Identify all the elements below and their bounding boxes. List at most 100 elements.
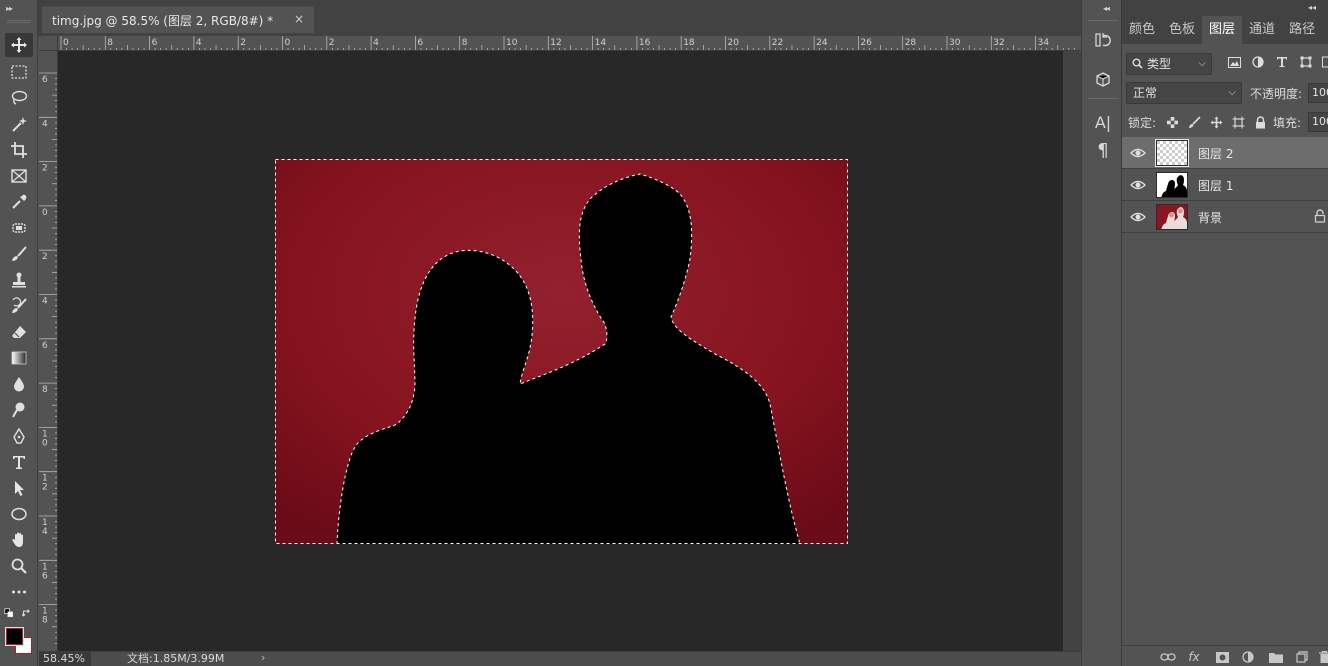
ruler-origin[interactable] bbox=[39, 36, 58, 51]
layer-style-fx-icon[interactable]: fx bbox=[1186, 649, 1202, 665]
filter-pixel-icon[interactable] bbox=[1226, 54, 1242, 70]
visibility-eye-icon[interactable] bbox=[1130, 145, 1146, 161]
path-selection-tool-icon[interactable] bbox=[5, 476, 33, 500]
layer-thumbnail bbox=[1155, 139, 1189, 167]
layer-row[interactable]: 背景 bbox=[1122, 201, 1328, 233]
tab-layers[interactable]: 图层 bbox=[1202, 16, 1243, 44]
frame-tool-icon[interactable] bbox=[5, 164, 33, 188]
tab-swatches[interactable]: 色板 bbox=[1162, 16, 1202, 44]
move-tool-icon[interactable] bbox=[5, 33, 33, 57]
visibility-eye-icon[interactable] bbox=[1130, 209, 1146, 225]
layer-row[interactable]: 图层 1 bbox=[1122, 169, 1328, 201]
magic-wand-tool-icon[interactable] bbox=[5, 112, 33, 136]
blur-tool-icon[interactable] bbox=[5, 372, 33, 396]
ruler-label: 8 bbox=[107, 38, 113, 48]
status-menu-arrow-icon[interactable]: › bbox=[261, 651, 265, 664]
fill-label: 填充: bbox=[1273, 116, 1302, 130]
filter-adjustment-icon[interactable] bbox=[1250, 54, 1266, 70]
ruler-label: 30 bbox=[949, 38, 961, 48]
toolbar-collapse-icon[interactable]: ▸▸ bbox=[6, 4, 13, 13]
lock-position-icon[interactable] bbox=[1208, 114, 1224, 130]
filter-shape-icon[interactable] bbox=[1298, 54, 1314, 70]
swap-colors-icon[interactable] bbox=[20, 606, 34, 620]
toolbar-grip[interactable] bbox=[7, 20, 31, 23]
ruler-label: 28 bbox=[905, 38, 917, 48]
lock-artboard-icon[interactable] bbox=[1230, 114, 1246, 130]
new-adjustment-layer-icon[interactable] bbox=[1240, 649, 1256, 665]
tab-color[interactable]: 颜色 bbox=[1122, 16, 1162, 44]
new-layer-icon[interactable] bbox=[1294, 649, 1310, 665]
ruler-label: 0 bbox=[285, 38, 291, 48]
ruler-label: 2 bbox=[42, 483, 48, 493]
ruler-label: 4 bbox=[42, 527, 48, 537]
panel-collapse-icon[interactable]: ◂◂ bbox=[1308, 3, 1316, 12]
lasso-tool-icon[interactable] bbox=[5, 86, 33, 110]
zoom-level-field[interactable]: 58.45% bbox=[39, 652, 91, 666]
new-group-folder-icon[interactable] bbox=[1268, 649, 1284, 665]
layer-row[interactable]: 图层 2 bbox=[1122, 137, 1328, 169]
document-image[interactable] bbox=[275, 159, 848, 545]
ruler-label: 26 bbox=[860, 38, 872, 48]
type-tool-icon[interactable] bbox=[5, 450, 33, 474]
zoom-tool-icon[interactable] bbox=[5, 554, 33, 578]
tab-channels[interactable]: 通道 bbox=[1242, 16, 1282, 44]
brush-tool-icon[interactable] bbox=[5, 242, 33, 266]
visibility-eye-icon[interactable] bbox=[1130, 177, 1146, 193]
history-panel-icon[interactable] bbox=[1090, 28, 1116, 52]
crop-tool-icon[interactable] bbox=[5, 138, 33, 162]
vertical-scrollbar[interactable] bbox=[1063, 51, 1081, 651]
ruler-label: 8 bbox=[462, 38, 468, 48]
paragraph-panel-icon[interactable]: ¶ bbox=[1090, 138, 1116, 162]
3d-panel-icon[interactable] bbox=[1090, 68, 1116, 92]
tab-paths[interactable]: 路径 bbox=[1282, 16, 1322, 44]
ruler-label: 2 bbox=[42, 164, 48, 174]
foreground-color-swatch[interactable] bbox=[5, 627, 24, 646]
link-layers-icon[interactable] bbox=[1160, 649, 1176, 665]
pen-tool-icon[interactable] bbox=[5, 424, 33, 448]
ellipse-tool-icon[interactable] bbox=[5, 502, 33, 526]
lock-all-icon[interactable] bbox=[1252, 114, 1268, 130]
eraser-tool-icon[interactable] bbox=[5, 320, 33, 344]
hand-tool-icon[interactable] bbox=[5, 528, 33, 552]
blend-mode-select[interactable]: 正常 ⌵ bbox=[1126, 82, 1242, 104]
dodge-tool-icon[interactable] bbox=[5, 398, 33, 422]
character-panel-icon[interactable]: A| bbox=[1090, 110, 1116, 134]
dock-collapse-icon[interactable]: ◂◂ bbox=[1103, 4, 1110, 13]
gradient-tool-icon[interactable] bbox=[5, 346, 33, 370]
history-brush-tool-icon[interactable] bbox=[5, 294, 33, 318]
ruler-label: 2 bbox=[42, 252, 48, 262]
layer-filter-row: 类型 ⌵ bbox=[1122, 50, 1328, 76]
ruler-label: 18 bbox=[683, 38, 695, 48]
document-tab-bar: timg.jpg @ 58.5% (图层 2, RGB/8#) * × bbox=[38, 0, 1081, 36]
default-colors-icon[interactable] bbox=[2, 606, 16, 620]
fill-field[interactable]: 100% bbox=[1308, 112, 1328, 132]
vertical-ruler[interactable]: 642024681012141618 bbox=[39, 51, 58, 651]
chevron-down-icon: ⌵ bbox=[1228, 87, 1236, 98]
rect-marquee-tool-icon[interactable] bbox=[5, 60, 33, 84]
document-tab-title: timg.jpg @ 58.5% (图层 2, RGB/8#) * bbox=[52, 13, 274, 28]
close-tab-icon[interactable]: × bbox=[294, 12, 304, 26]
canvas-area[interactable] bbox=[58, 51, 1063, 651]
clone-stamp-tool-icon[interactable] bbox=[5, 268, 33, 292]
more-tools-icon[interactable] bbox=[5, 580, 33, 604]
layer-lock-icon[interactable] bbox=[1314, 209, 1326, 223]
filter-type-icon[interactable] bbox=[1274, 54, 1290, 70]
ruler-label: 0 bbox=[42, 438, 48, 448]
layer-name: 图层 2 bbox=[1198, 147, 1234, 161]
ruler-label: 8 bbox=[42, 616, 48, 626]
ruler-label: 6 bbox=[42, 341, 48, 351]
horizontal-ruler[interactable]: 0 8 6 4 2 0 2 4 6 8 10 12 14 16 18 20 22 24 26 28 30 32 34 bbox=[58, 36, 1080, 51]
eyedropper-tool-icon[interactable] bbox=[5, 190, 33, 214]
opacity-field[interactable]: 100% bbox=[1308, 83, 1328, 103]
filter-smart-object-icon[interactable] bbox=[1320, 54, 1328, 70]
layer-name: 背景 bbox=[1198, 211, 1223, 225]
layers-list: 图层 2 图层 1 背景 bbox=[1122, 137, 1328, 233]
layer-filter-select[interactable]: 类型 ⌵ bbox=[1126, 53, 1212, 75]
panel-header: ◂◂ bbox=[1122, 0, 1328, 16]
delete-layer-icon[interactable] bbox=[1316, 649, 1328, 665]
patch-tool-icon[interactable] bbox=[5, 216, 33, 240]
add-mask-icon[interactable] bbox=[1214, 649, 1230, 665]
lock-image-pixels-icon[interactable] bbox=[1186, 114, 1202, 130]
document-tab[interactable]: timg.jpg @ 58.5% (图层 2, RGB/8#) * × bbox=[42, 6, 314, 33]
lock-transparent-pixels-icon[interactable] bbox=[1164, 114, 1180, 130]
